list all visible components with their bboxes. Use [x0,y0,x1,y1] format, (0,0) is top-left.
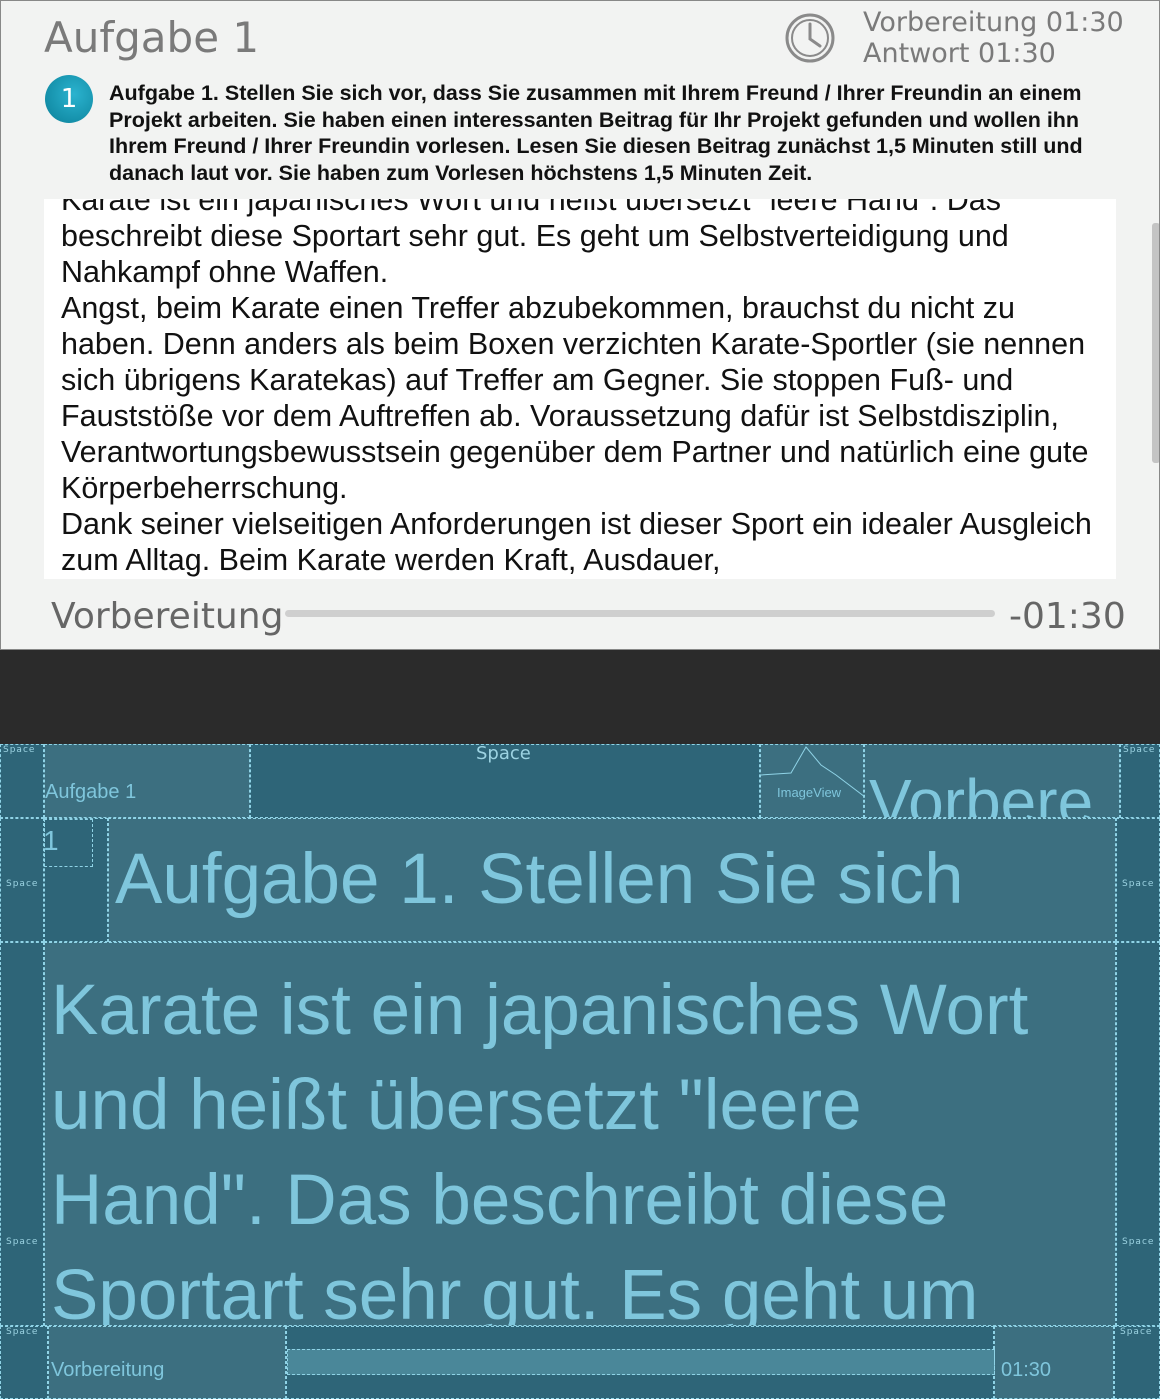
inspector-time: 01:30 [1001,1359,1052,1381]
reading-text: Karate ist ein japanisches Wort und heiß… [61,199,1111,578]
preparation-timer: Vorbereitung 01:30 [863,7,1124,38]
reading-paragraph: Dank seiner vielseitigen Anforderungen i… [61,507,1092,577]
task-screen: Aufgabe 1 Vorbereitung 01:30 Antwort 01:… [0,0,1160,650]
space-label: Space [1123,745,1156,755]
answer-timer: Antwort 01:30 [863,38,1056,69]
time-box: 01:30 [994,1326,1114,1399]
space-label: Space [476,744,531,764]
space-label: Space [1122,1237,1155,1247]
reading-text-panel[interactable]: Karate ist ein japanisches Wort und heiß… [44,199,1116,579]
space-box: Space [1116,818,1160,942]
space-label: Space [6,879,39,889]
space-box: Space [0,1326,48,1399]
task-box: Aufgabe 1. Stellen Sie sich [108,818,1116,942]
reading-box: Karate ist ein japanisches Wort und heiß… [44,942,1116,1326]
progress-bar [285,610,995,617]
inspector-reading-text: Karate ist ein japanisches Wort und heiß… [51,963,1029,1326]
inspector-reading-line: Hand". Das beschreibt diese [51,1161,949,1240]
inspector-title: Aufgabe 1 [45,781,137,803]
space-label: Space [1120,1327,1153,1337]
inspector-badge: 1 [43,825,59,856]
inspector-timer-text: Vorbere [869,766,1094,818]
task-number-badge: 1 [45,75,93,123]
scrollbar[interactable] [1152,223,1159,463]
badge-box: 1 [43,818,108,942]
space-box: Space [250,744,760,818]
imageview-icon [761,746,865,798]
space-box: Space [0,744,44,818]
space-box: Space [1120,744,1160,818]
phase-label: Vorbereitung [51,596,284,637]
imageview-box: ImageView [760,744,865,818]
inspector-reading-line: Karate ist ein japanisches Wort [51,971,1029,1050]
remaining-time: -01:30 [1009,596,1126,637]
task-instructions: Aufgabe 1. Stellen Sie sich vor, dass Si… [109,81,1083,185]
reading-paragraph: Karate ist ein japanisches Wort und heiß… [61,199,1009,289]
space-label: Space [6,1237,39,1247]
space-label: Space [6,1327,39,1337]
inspector-task-text: Aufgabe 1. Stellen Sie sich [115,840,964,919]
inspector-reading-line: und heißt übersetzt "leere [51,1066,862,1145]
space-label: Space [3,745,36,755]
space-box: Space [0,818,44,942]
progress-box [286,1326,995,1399]
timer-info: Vorbereitung 01:30 Antwort 01:30 [863,7,1124,69]
space-label: Space [1122,879,1155,889]
phase-box: Vorbereitung [48,1326,286,1399]
title-box: Aufgabe 1 [44,744,250,818]
imageview-label: ImageView [777,785,842,800]
timer-box: Vorbere [864,744,1120,818]
layout-inspector-overlay: Space Aufgabe 1 Space ImageView Vorbere … [0,744,1160,1399]
page-title: Aufgabe 1 [44,13,260,62]
space-box: Space [1114,1326,1160,1399]
clock-icon [785,13,835,63]
inspector-reading-line: Sportart sehr gut. Es geht um [51,1256,979,1326]
space-box: Space [0,942,44,1326]
progress-inner-box [287,1349,995,1375]
inspector-phase-label: Vorbereitung [51,1359,165,1381]
space-box: Space [1116,942,1160,1326]
reading-paragraph: Angst, beim Karate einen Treffer abzubek… [61,291,1089,505]
